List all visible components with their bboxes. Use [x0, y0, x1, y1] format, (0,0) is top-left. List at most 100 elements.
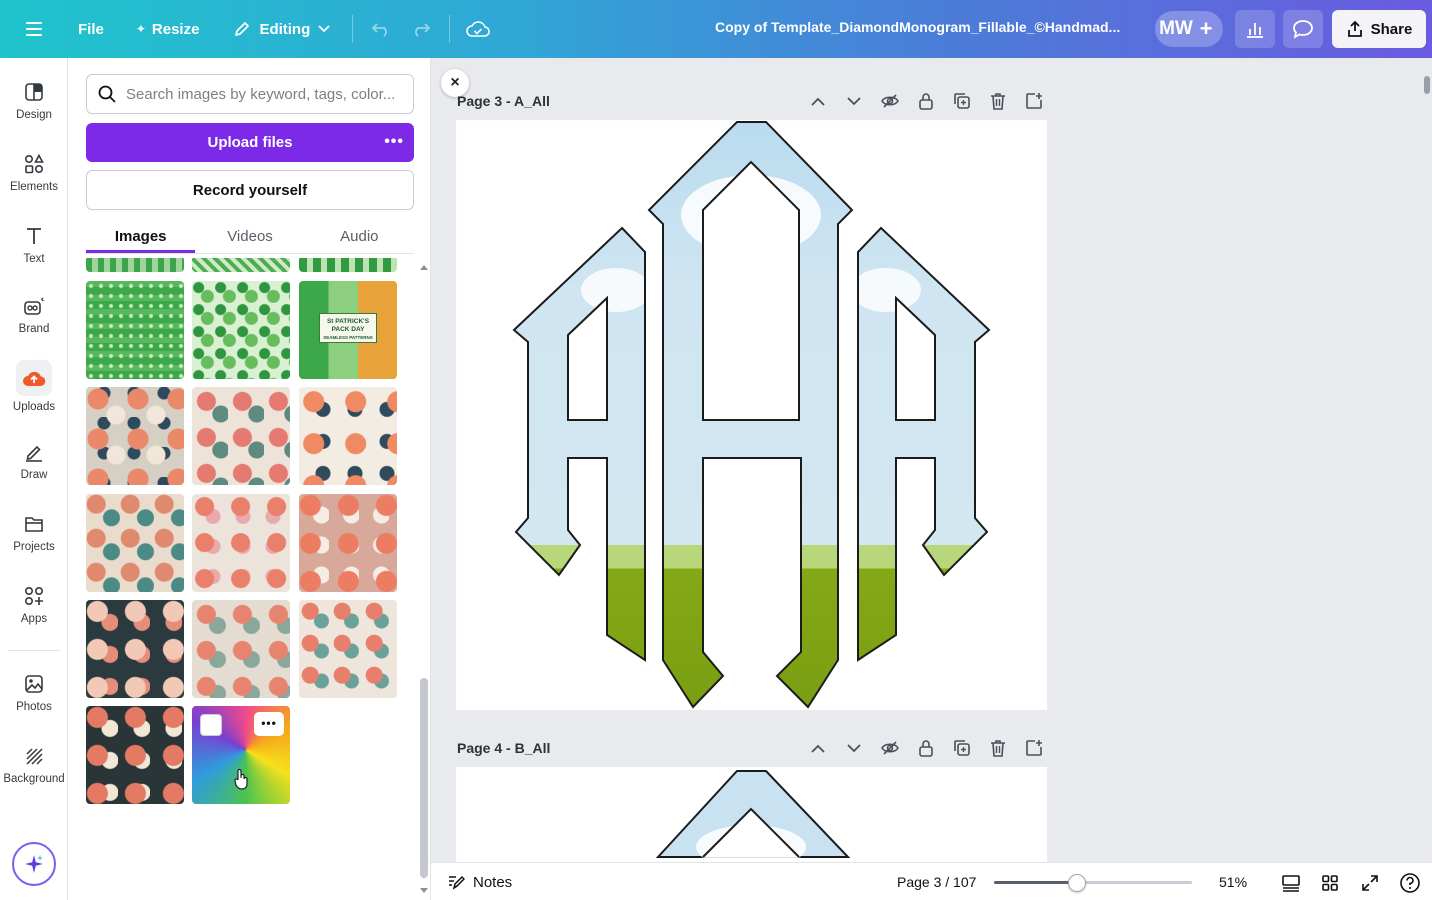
- page-title[interactable]: Page 4 - B_All: [457, 740, 550, 756]
- image-thumbnail[interactable]: [192, 494, 290, 592]
- select-checkbox[interactable]: [200, 714, 222, 736]
- image-thumbnail[interactable]: [86, 387, 184, 485]
- duplicate-icon[interactable]: [950, 89, 974, 113]
- cloud-sync-icon[interactable]: [458, 9, 498, 49]
- page-view-icon[interactable]: [1279, 871, 1303, 895]
- image-thumbnail[interactable]: St PATRICK'S PACK DAY SEAMLESS PATTERNS: [299, 281, 397, 379]
- image-thumbnail[interactable]: [192, 600, 290, 698]
- image-thumbnail[interactable]: [192, 281, 290, 379]
- divider: [449, 15, 451, 43]
- search-input[interactable]: [126, 85, 406, 103]
- search-box[interactable]: [86, 74, 414, 114]
- image-thumbnail[interactable]: [299, 387, 397, 485]
- image-thumbnail[interactable]: [86, 494, 184, 592]
- design-page[interactable]: [456, 120, 1047, 710]
- grid-view-icon[interactable]: [1318, 871, 1342, 895]
- analytics-button[interactable]: [1235, 10, 1275, 48]
- comments-button[interactable]: [1283, 10, 1323, 48]
- image-thumbnail[interactable]: [86, 258, 184, 272]
- chevron-up-icon[interactable]: [806, 736, 830, 760]
- lock-icon[interactable]: [914, 89, 938, 113]
- monogram-graphic[interactable]: [456, 767, 1047, 862]
- chevron-down-icon[interactable]: [842, 89, 866, 113]
- monogram-graphic[interactable]: [456, 120, 1047, 710]
- hide-page-icon[interactable]: [878, 736, 902, 760]
- magic-assistant-button[interactable]: [12, 842, 56, 886]
- more-options-icon[interactable]: •••: [254, 712, 284, 736]
- close-icon[interactable]: ×: [441, 69, 469, 97]
- zoom-slider-fill: [994, 881, 1078, 884]
- add-page-icon[interactable]: [1022, 89, 1046, 113]
- fullscreen-icon[interactable]: [1358, 871, 1382, 895]
- rail-label: Design: [16, 109, 52, 121]
- image-thumbnail[interactable]: [299, 600, 397, 698]
- image-thumbnail[interactable]: [86, 706, 184, 804]
- notes-button[interactable]: Notes: [447, 873, 512, 891]
- rail-item-uploads[interactable]: Uploads: [0, 360, 68, 424]
- rail-item-photos[interactable]: Photos: [0, 672, 68, 736]
- notes-label: Notes: [473, 873, 513, 891]
- image-thumbnail[interactable]: [192, 387, 290, 485]
- zoom-slider[interactable]: [994, 874, 1192, 892]
- tab-audio[interactable]: Audio: [305, 220, 414, 253]
- canvas-scrollbar[interactable]: [1424, 76, 1430, 94]
- image-thumbnail[interactable]: [192, 258, 290, 272]
- rail-label: Brand: [18, 323, 50, 335]
- file-menu[interactable]: File: [68, 9, 114, 49]
- image-thumbnail[interactable]: [299, 494, 397, 592]
- rail-label: Background: [3, 773, 65, 785]
- share-button[interactable]: Share: [1332, 10, 1426, 48]
- share-label: Share: [1370, 20, 1413, 38]
- zoom-level[interactable]: 51%: [1219, 874, 1247, 890]
- hide-page-icon[interactable]: [878, 89, 902, 113]
- page-indicator[interactable]: Page 3 / 107: [897, 874, 976, 890]
- more-options-icon[interactable]: •••: [384, 133, 404, 151]
- lock-icon[interactable]: [914, 736, 938, 760]
- collaborators[interactable]: MW +: [1155, 11, 1223, 47]
- zoom-slider-handle[interactable]: [1068, 874, 1087, 892]
- uploads-panel: Upload files ••• Record yourself Images …: [68, 58, 431, 900]
- image-thumbnail[interactable]: [299, 258, 397, 272]
- add-page-icon[interactable]: [1022, 736, 1046, 760]
- editing-dropdown[interactable]: Editing: [223, 9, 340, 49]
- rail-item-projects[interactable]: Projects: [0, 512, 68, 576]
- record-yourself-button[interactable]: Record yourself: [86, 170, 414, 210]
- upload-label: Upload files: [207, 134, 293, 151]
- image-thumbnail[interactable]: [86, 281, 184, 379]
- panel-scrollbar[interactable]: [417, 258, 431, 900]
- rail-item-elements[interactable]: Elements: [0, 152, 68, 216]
- rail-item-draw[interactable]: Draw: [0, 440, 68, 504]
- help-icon[interactable]: [1398, 871, 1422, 895]
- menu-icon[interactable]: [14, 9, 54, 49]
- scroll-down-icon[interactable]: [420, 888, 428, 894]
- comment-icon: [1293, 20, 1313, 39]
- image-thumbnail[interactable]: •••: [192, 706, 290, 804]
- trash-icon[interactable]: [986, 89, 1010, 113]
- scroll-up-icon[interactable]: [420, 264, 428, 270]
- rail-item-text[interactable]: Text: [0, 224, 68, 288]
- duplicate-icon[interactable]: [950, 736, 974, 760]
- design-page[interactable]: [456, 767, 1047, 862]
- add-collaborator-icon[interactable]: +: [1194, 16, 1218, 41]
- rail-item-brand[interactable]: Brand: [0, 294, 68, 358]
- rail-item-background[interactable]: Background: [0, 744, 68, 808]
- document-title[interactable]: Copy of Template_DiamondMonogram_Fillabl…: [715, 19, 1120, 35]
- resize-button[interactable]: ✦ Resize: [126, 9, 210, 49]
- chevron-down-icon[interactable]: [842, 736, 866, 760]
- redo-icon[interactable]: [401, 9, 441, 49]
- background-icon: [22, 744, 46, 768]
- page-title[interactable]: Page 3 - A_All: [457, 93, 550, 109]
- tab-images[interactable]: Images: [86, 220, 196, 253]
- rail-item-apps[interactable]: Apps: [0, 584, 68, 648]
- image-thumbnail[interactable]: [86, 600, 184, 698]
- thumbnail-title: St PATRICK'S PACK DAY: [326, 318, 370, 333]
- undo-icon[interactable]: [361, 9, 401, 49]
- scrollbar-thumb[interactable]: [420, 678, 428, 878]
- avatar[interactable]: MW: [1158, 14, 1194, 44]
- chevron-up-icon[interactable]: [806, 89, 830, 113]
- rail-item-design[interactable]: Design: [0, 80, 68, 144]
- resize-label: Resize: [151, 20, 200, 38]
- trash-icon[interactable]: [986, 736, 1010, 760]
- upload-files-button[interactable]: Upload files •••: [86, 123, 414, 162]
- tab-videos[interactable]: Videos: [195, 220, 304, 253]
